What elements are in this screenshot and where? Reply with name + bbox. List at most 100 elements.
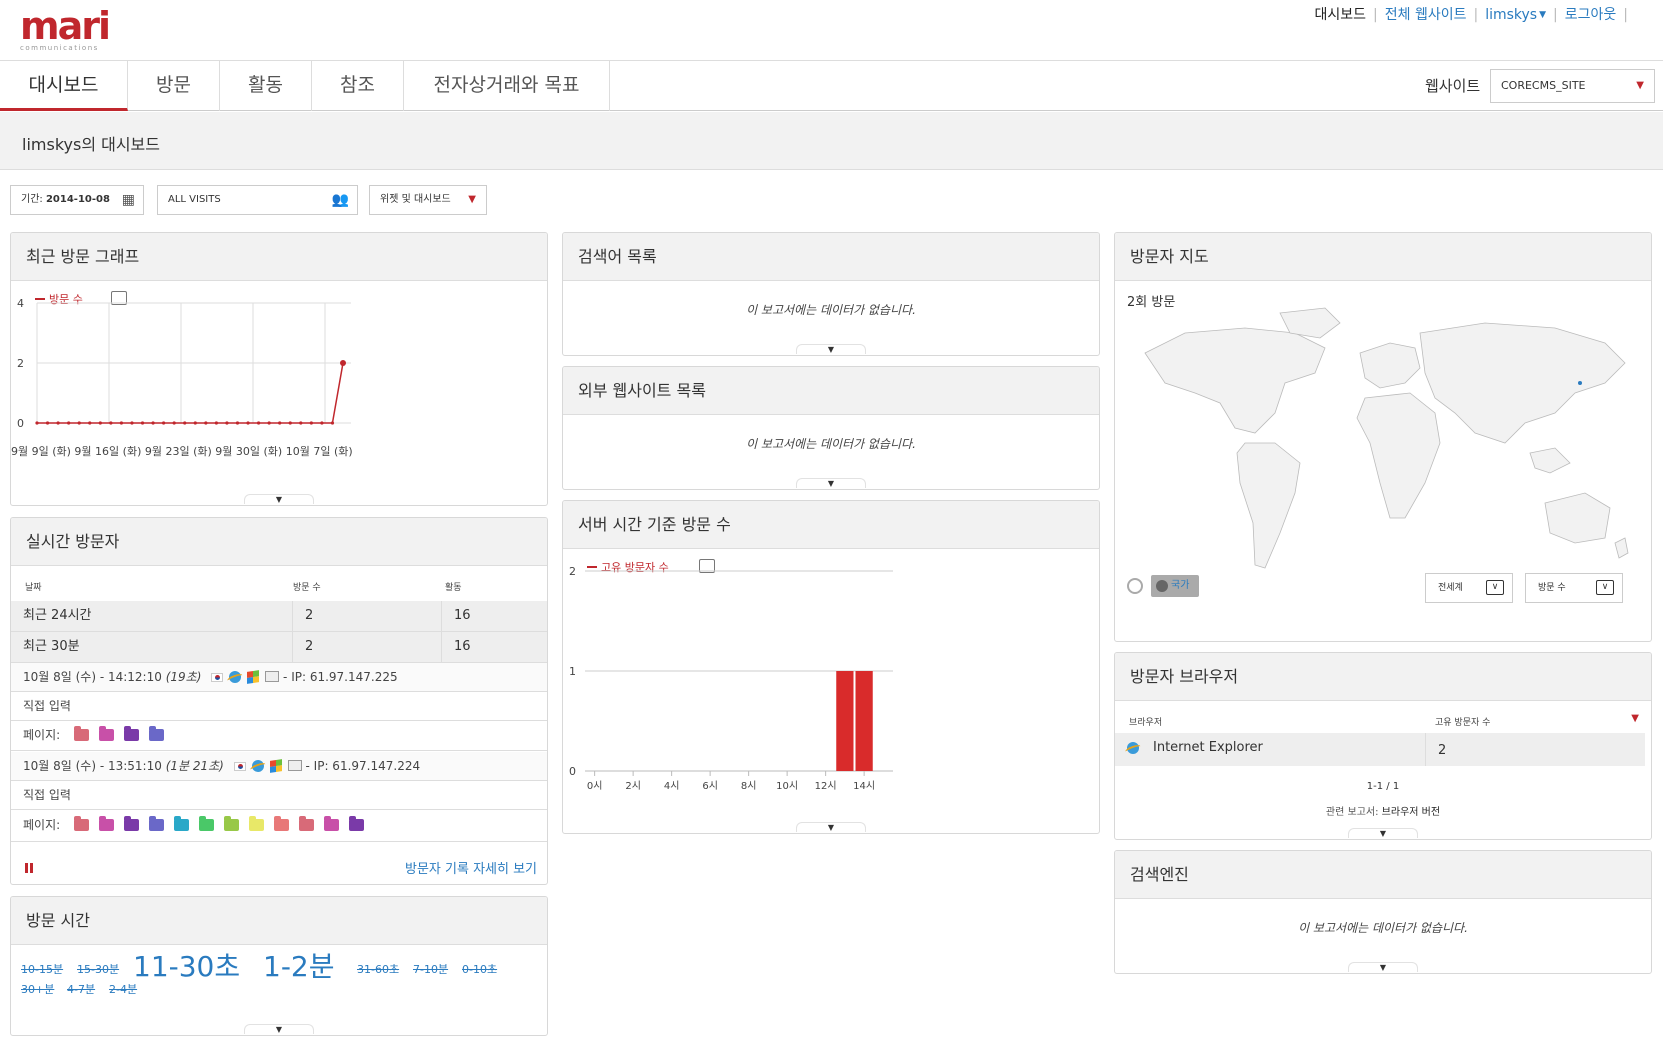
globe-icon	[1156, 580, 1168, 592]
page-folder-icon[interactable]	[99, 816, 114, 831]
duration-tag[interactable]: 31-60초	[357, 961, 399, 977]
page-folder-icon[interactable]	[349, 816, 364, 831]
period-selector[interactable]: 기간: 2014-10-08 ▦	[10, 185, 144, 215]
duration-tag[interactable]: 11-30초	[133, 945, 240, 985]
x-tick-label: 10시	[776, 780, 798, 792]
x-tick-label: 14시	[853, 780, 875, 792]
visitor-profile-icon[interactable]	[265, 671, 280, 682]
top-link-all-websites[interactable]: 전체 웹사이트	[1385, 4, 1467, 24]
widget-websites: 외부 웹사이트 목록 이 보고서에는 데이터가 없습니다. ▼	[562, 366, 1100, 490]
data-point	[119, 421, 124, 425]
region-select[interactable]: 전세계 ∨	[1425, 573, 1513, 603]
related-report-link[interactable]: 브라우저 버전	[1382, 807, 1440, 818]
visitor-profile-icon[interactable]	[287, 760, 302, 771]
segment-selector[interactable]: ALL VISITS 👥	[157, 185, 358, 215]
collapse-toggle[interactable]: ▼	[1348, 962, 1418, 972]
page-folder-icon[interactable]	[199, 816, 214, 831]
metric-select[interactable]: 방문 수 ∨	[1525, 573, 1623, 603]
map-marker[interactable]	[1578, 381, 1582, 385]
column-header-unique-visitors[interactable]: 고유 방문자 수	[1435, 715, 1490, 728]
visit-summary-1[interactable]: 10월 8일 (수) - 14:12:10 (19초) - IP: 61.97.…	[11, 663, 547, 692]
duration-tag[interactable]: 15-30분	[77, 961, 119, 977]
top-link-dashboard[interactable]: 대시보드	[1315, 4, 1367, 24]
column-header-browser[interactable]: 브라우저	[1129, 715, 1162, 728]
collapse-toggle[interactable]: ▼	[244, 494, 314, 504]
collapse-toggle[interactable]: ▼	[1348, 828, 1418, 838]
chevron-down-icon: ∨	[1486, 580, 1504, 595]
zoom-out-icon[interactable]	[1127, 578, 1143, 594]
duration-tag[interactable]: 1-2분	[263, 945, 335, 985]
top-link-logout[interactable]: 로그아웃	[1565, 4, 1617, 24]
tab-referrers[interactable]: 참조	[312, 61, 404, 111]
collapse-toggle[interactable]: ▼	[796, 344, 866, 354]
caret-down-icon: ▼	[1636, 80, 1644, 91]
visit-referrer-1: 직접 입력	[11, 692, 547, 721]
data-point	[162, 421, 166, 425]
data-point	[288, 421, 292, 425]
logo[interactable]: mari communications	[20, 4, 111, 52]
duration-tag[interactable]: 4-7분	[67, 981, 95, 997]
main-nav: 대시보드 방문 활동 참조 전자상거래와 목표 웹사이트 CORECMS_SIT…	[0, 60, 1663, 111]
data-point	[172, 421, 176, 425]
calendar-icon: ▦	[121, 192, 135, 208]
page-folder-icon[interactable]	[149, 726, 164, 741]
duration-tag[interactable]: 0-10초	[462, 961, 497, 977]
table-row[interactable]: Internet Explorer 2	[1115, 733, 1645, 766]
no-data-message: 이 보고서에는 데이터가 없습니다.	[746, 437, 916, 451]
country-button[interactable]: 국가	[1151, 575, 1199, 597]
page-folder-icon[interactable]	[299, 816, 314, 831]
collapse-toggle[interactable]: ▼	[244, 1024, 314, 1034]
page-folder-icon[interactable]	[324, 816, 339, 831]
no-data-message: 이 보고서에는 데이터가 없습니다.	[1298, 921, 1468, 935]
y-tick-label: 2	[17, 357, 24, 370]
duration-tag[interactable]: 10-15분	[21, 961, 63, 977]
website-select[interactable]: CORECMS_SITE ▼	[1490, 69, 1655, 103]
page-folder-icon[interactable]	[124, 816, 139, 831]
data-point	[299, 421, 303, 425]
tab-dashboard[interactable]: 대시보드	[0, 61, 128, 111]
duration-tag[interactable]: 2-4분	[109, 981, 137, 997]
tab-actions[interactable]: 활동	[220, 61, 312, 111]
data-point	[109, 421, 113, 425]
data-point	[309, 421, 313, 425]
tab-visits[interactable]: 방문	[128, 61, 220, 111]
widget-server-time: 서버 시간 기준 방문 수 고유 방문자 수 2 1 0 0시 2시 4시 6시 8시 10시 1…	[562, 500, 1100, 834]
windows-icon	[247, 670, 260, 684]
page-folder-icon[interactable]	[224, 816, 239, 831]
page-folder-icon[interactable]	[149, 816, 164, 831]
pause-icon[interactable]	[25, 863, 33, 873]
logo-text: mari	[20, 4, 111, 48]
visitor-log-link[interactable]: 방문자 기록 자세히 보기	[405, 858, 537, 877]
page-folder-icon[interactable]	[99, 726, 114, 741]
widget-search-engines: 검색엔진 이 보고서에는 데이터가 없습니다. ▼	[1114, 850, 1652, 974]
data-point	[56, 421, 60, 425]
visit-summary-2[interactable]: 10월 8일 (수) - 13:51:10 (1분 21초) - IP: 61.…	[11, 752, 547, 781]
collapse-toggle[interactable]: ▼	[796, 478, 866, 488]
world-map[interactable]	[1125, 303, 1643, 593]
ie-browser-icon	[1127, 742, 1139, 754]
page-folder-icon[interactable]	[174, 816, 189, 831]
widget-title: 방문 시간	[11, 897, 547, 945]
page-folder-icon[interactable]	[274, 816, 289, 831]
page-folder-icon[interactable]	[74, 726, 89, 741]
top-link-user[interactable]: limskys ▼	[1485, 7, 1546, 23]
data-point	[98, 421, 102, 425]
data-point	[183, 421, 187, 425]
tab-ecommerce[interactable]: 전자상거래와 목표	[404, 61, 610, 111]
widget-title: 검색어 목록	[563, 233, 1099, 281]
sort-desc-icon[interactable]: ▼	[1631, 713, 1639, 724]
duration-tag[interactable]: 30+분	[21, 981, 54, 997]
data-point	[77, 421, 81, 425]
page-folder-icon[interactable]	[74, 816, 89, 831]
x-tick-label: 0시	[587, 780, 603, 792]
data-point	[140, 421, 145, 425]
duration-tag[interactable]: 7-10분	[413, 961, 448, 977]
x-tick-label: 2시	[625, 780, 641, 792]
page-folder-icon[interactable]	[124, 726, 139, 741]
widget-dashboard-menu[interactable]: 위젯 및 대시보드 ▼	[369, 185, 487, 215]
collapse-toggle[interactable]: ▼	[796, 822, 866, 832]
bar	[855, 671, 873, 771]
top-bar: mari communications 대시보드 | 전체 웹사이트 | limskys…	[0, 0, 1663, 60]
data-point	[45, 421, 50, 425]
page-folder-icon[interactable]	[249, 816, 264, 831]
